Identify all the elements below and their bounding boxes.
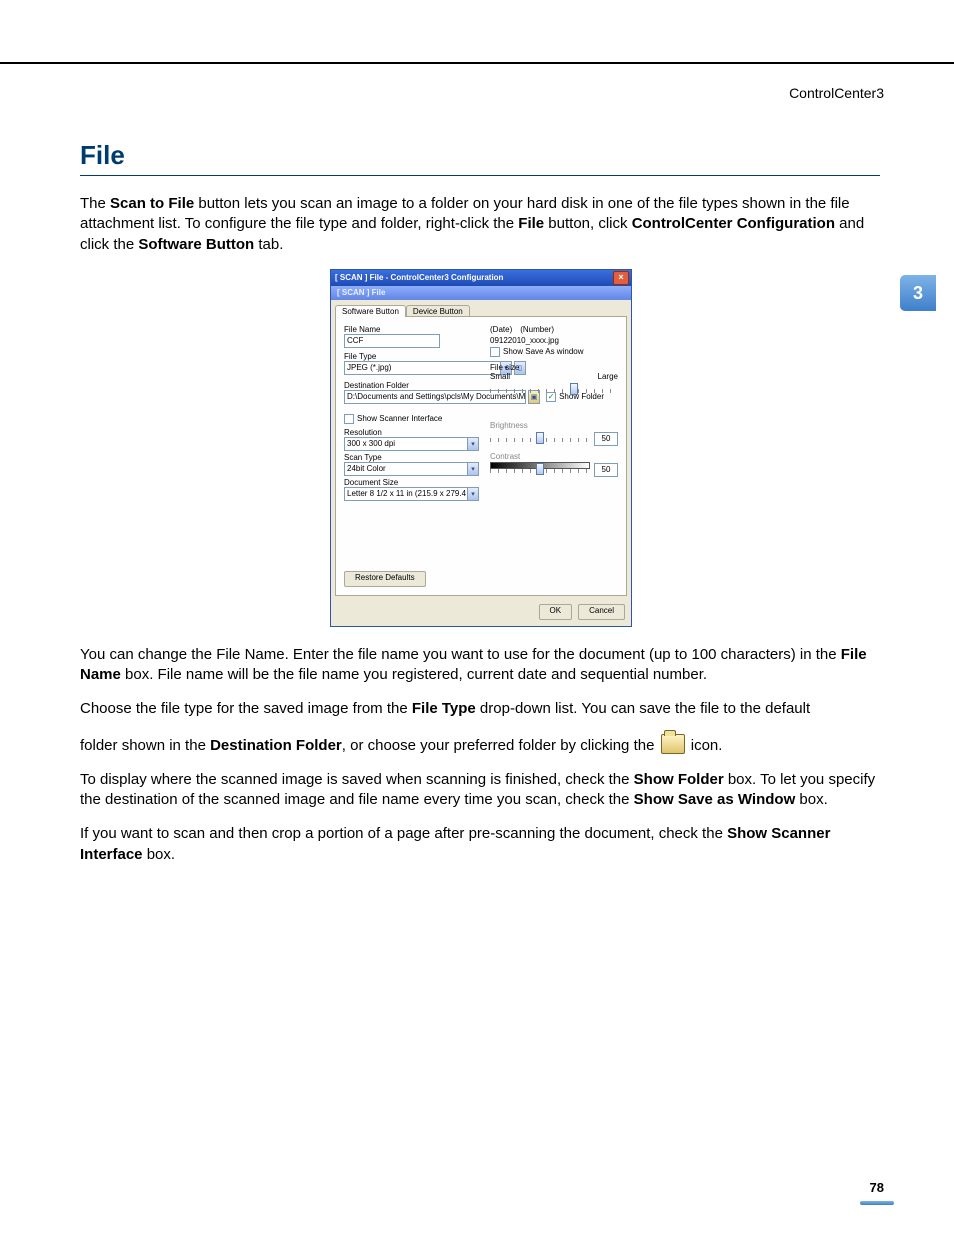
text: folder shown in the	[80, 737, 210, 754]
text: , or choose your preferred folder by cli…	[342, 737, 659, 754]
text: box.	[143, 846, 176, 863]
file-type-select[interactable]: JPEG (*.jpg)	[344, 361, 500, 375]
slider-thumb-icon[interactable]	[536, 463, 544, 475]
chevron-down-icon[interactable]: ▾	[467, 437, 479, 451]
text: Choose the file type for the saved image…	[80, 700, 412, 717]
dialog-tabs: Software Button Device Button	[331, 300, 631, 316]
paragraph-4: folder shown in the Destination Folder, …	[80, 734, 880, 756]
file-name-input[interactable]: CCF	[344, 334, 440, 348]
paragraph-3: Choose the file type for the saved image…	[80, 699, 880, 719]
page-number: 78	[870, 1180, 884, 1195]
restore-defaults-button[interactable]: Restore Defaults	[344, 571, 426, 587]
text: button, click	[544, 215, 632, 232]
chevron-down-icon[interactable]: ▾	[467, 462, 479, 476]
text: box.	[795, 791, 828, 808]
show-save-as-checkbox[interactable]	[490, 347, 500, 357]
text: To display where the scanned image is sa…	[80, 771, 634, 788]
chevron-down-icon[interactable]: ▾	[467, 487, 479, 501]
resolution-select[interactable]: 300 x 300 dpi	[344, 437, 467, 451]
contrast-value[interactable]: 50	[594, 463, 618, 477]
bold-destination-folder: Destination Folder	[210, 737, 342, 754]
label-brightness: Brightness	[490, 421, 618, 430]
bold-show-folder: Show Folder	[634, 771, 724, 788]
document-size-select[interactable]: Letter 8 1/2 x 11 in (215.9 x 279.4 mm)	[344, 487, 467, 501]
bold-show-save-as-window: Show Save as Window	[634, 791, 796, 808]
paragraph-6: If you want to scan and then crop a port…	[80, 824, 880, 865]
label-number: (Number)	[520, 325, 554, 334]
bold-cc-config: ControlCenter Configuration	[632, 215, 835, 232]
show-scanner-interface-checkbox[interactable]	[344, 414, 354, 424]
label-small: Small	[490, 372, 510, 381]
label-show-save-as: Show Save As window	[503, 347, 584, 356]
close-icon[interactable]: ×	[613, 271, 629, 285]
label-show-scanner-interface: Show Scanner Interface	[357, 414, 442, 423]
bold-file: File	[518, 215, 544, 232]
dialog-subheader: [ SCAN ] File	[331, 286, 631, 300]
section-heading: File	[80, 140, 880, 171]
ok-button[interactable]: OK	[539, 604, 573, 620]
tab-software-button[interactable]: Software Button	[335, 305, 406, 317]
page-number-accent	[860, 1201, 894, 1205]
label-scan-type: Scan Type	[344, 453, 489, 462]
paragraph-5: To display where the scanned image is sa…	[80, 770, 880, 811]
scan-type-select[interactable]: 24bit Color	[344, 462, 467, 476]
chapter-tab: 3	[900, 275, 936, 311]
label-large: Large	[598, 372, 618, 381]
text: box. File name will be the file name you…	[121, 666, 707, 683]
label-destination-folder: Destination Folder	[344, 381, 489, 390]
label-contrast: Contrast	[490, 452, 618, 461]
dialog-footer: OK Cancel	[331, 600, 631, 626]
top-rule	[0, 62, 954, 64]
running-header: ControlCenter3	[789, 85, 884, 101]
slider-thumb-icon[interactable]	[536, 432, 544, 444]
cancel-button[interactable]: Cancel	[578, 604, 625, 620]
brightness-slider[interactable]	[490, 434, 590, 442]
label-file-type: File Type	[344, 352, 489, 361]
brightness-value[interactable]: 50	[594, 432, 618, 446]
text: You can change the File Name. Enter the …	[80, 646, 841, 663]
bold-software-button: Software Button	[138, 236, 254, 253]
date-number-pattern: 09122010_xxxx.jpg	[490, 336, 559, 345]
label-resolution: Resolution	[344, 428, 489, 437]
text: The	[80, 195, 110, 212]
dialog-body: File Name CCF File Type JPEG (*.jpg) ▾ ▯	[335, 316, 627, 596]
label-file-size: File size	[490, 363, 618, 372]
label-file-name: File Name	[344, 325, 489, 334]
paragraph-2: You can change the File Name. Enter the …	[80, 645, 880, 686]
label-date: (Date)	[490, 325, 512, 334]
text: If you want to scan and then crop a port…	[80, 825, 727, 842]
label-document-size: Document Size	[344, 478, 489, 487]
text: icon.	[687, 737, 723, 754]
section-rule	[80, 175, 880, 176]
contrast-slider[interactable]	[490, 465, 590, 473]
bold-file-type: File Type	[412, 700, 476, 717]
text: tab.	[254, 236, 283, 253]
folder-icon	[661, 734, 685, 754]
text: drop-down list. You can save the file to…	[476, 700, 810, 717]
paragraph-1: The Scan to File button lets you scan an…	[80, 194, 880, 255]
dialog-title: [ SCAN ] File - ControlCenter3 Configura…	[335, 273, 613, 282]
slider-thumb-icon[interactable]	[570, 383, 578, 395]
bold-scan-to-file: Scan to File	[110, 195, 194, 212]
dialog-titlebar: [ SCAN ] File - ControlCenter3 Configura…	[331, 270, 631, 286]
dialog-screenshot: [ SCAN ] File - ControlCenter3 Configura…	[330, 269, 630, 627]
file-size-slider[interactable]	[490, 385, 618, 393]
